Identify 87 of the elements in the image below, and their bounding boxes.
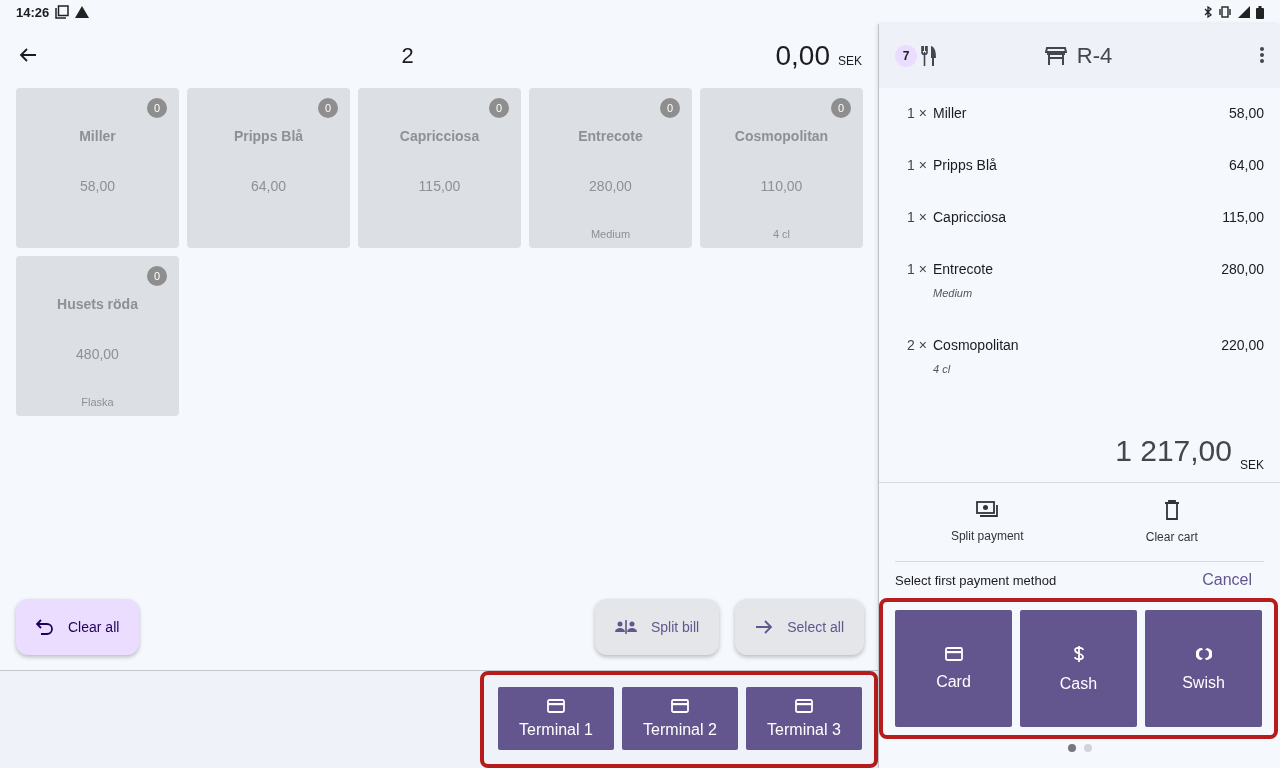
order-total: 1 217,00 [1115, 434, 1232, 468]
product-tile[interactable]: 0 Miller 58,00 [16, 88, 179, 248]
item-quantity: 1 × [907, 261, 928, 277]
payment-prompt: Select first payment method [895, 572, 1058, 588]
table-icon [1044, 47, 1067, 65]
count-badge: 0 [660, 98, 680, 118]
product-price: 280,00 [589, 178, 632, 194]
item-name: Cosmopolitan [933, 337, 1020, 353]
status-time: 14:26 [16, 4, 50, 20]
item-name: Entrecote [933, 261, 994, 277]
screenshot-icon [55, 5, 70, 19]
guest-count-badge: 7 [895, 45, 917, 67]
product-note: Flaska [81, 396, 114, 408]
product-name: Husets röda [57, 296, 138, 312]
product-name: Pripps Blå [233, 128, 304, 144]
count-badge: 0 [147, 98, 167, 118]
count-badge: 0 [147, 266, 167, 286]
terminal-button[interactable]: Terminal 3 [746, 687, 862, 750]
fork-knife-icon [921, 46, 937, 66]
undo-icon [36, 619, 54, 635]
product-price: 58,00 [79, 178, 115, 194]
guest-number: 2 [400, 43, 415, 69]
payment-method-button[interactable]: Swish [1145, 610, 1262, 727]
more-menu-button[interactable] [1260, 46, 1264, 66]
clear-cart-button[interactable]: Clear cart [1079, 483, 1264, 561]
credit-card-icon [944, 646, 963, 661]
split-payment-button[interactable]: Split payment [895, 483, 1080, 561]
product-note: Medium [590, 228, 631, 240]
selected-total: 0,00 [775, 40, 830, 72]
product-name: Entrecote [578, 128, 643, 144]
item-name: Miller [933, 105, 968, 121]
dollar-icon [1072, 644, 1085, 663]
item-price: 220,00 [1221, 337, 1264, 353]
item-quantity: 1 × [907, 209, 928, 225]
table-name: R-4 [1076, 43, 1113, 69]
cash-stack-icon [976, 501, 999, 519]
product-tile[interactable]: 0 Husets röda 480,00 Flaska [16, 256, 179, 416]
product-tile[interactable]: 0 Cosmopolitan 110,00 4 cl [700, 88, 863, 248]
page-dot[interactable] [1083, 744, 1092, 752]
item-note: 4 cl [933, 363, 952, 375]
product-price: 110,00 [760, 178, 803, 194]
item-price: 58,00 [1228, 105, 1264, 121]
product-price: 64,00 [250, 178, 286, 194]
currency-label: SEK [838, 54, 862, 68]
bluetooth-icon [1204, 6, 1212, 18]
trash-icon [1163, 500, 1180, 520]
battery-icon [1256, 5, 1264, 19]
select-button[interactable]: Select all [735, 599, 864, 655]
split-button[interactable]: Split bill [594, 599, 720, 655]
product-name: Miller [79, 128, 116, 144]
item-quantity: 2 × [907, 337, 928, 353]
signal-icon [1238, 6, 1250, 18]
currency-label: SEK [1240, 458, 1264, 472]
product-price: 115,00 [418, 178, 461, 194]
credit-card-icon [671, 698, 689, 713]
swirl-icon [1195, 645, 1212, 662]
terminal-button[interactable]: Terminal 1 [498, 687, 614, 750]
warning-icon [75, 6, 90, 18]
terminal-button[interactable]: Terminal 2 [622, 687, 738, 750]
split-people-icon [614, 620, 637, 634]
item-price: 280,00 [1221, 261, 1264, 277]
product-name: Cosmopolitan [734, 128, 829, 144]
payment-method-button[interactable]: Card [895, 610, 1012, 727]
item-name: Capricciosa [933, 209, 1008, 225]
clear-button[interactable]: Clear all [16, 599, 140, 655]
credit-card-icon [795, 698, 813, 713]
cancel-link[interactable]: Cancel [1202, 571, 1252, 589]
product-tile[interactable]: 0 Pripps Blå 64,00 [187, 88, 350, 248]
credit-card-icon [547, 698, 565, 713]
item-price: 64,00 [1228, 157, 1264, 173]
item-note: Medium [933, 287, 974, 299]
count-badge: 0 [318, 98, 338, 118]
arrow-right-icon [755, 619, 774, 635]
product-name: Capricciosa [399, 128, 480, 144]
item-name: Pripps Blå [933, 157, 998, 173]
item-quantity: 1 × [907, 157, 928, 173]
vibrate-icon [1218, 6, 1232, 18]
product-price: 480,00 [76, 346, 119, 362]
page-dot[interactable] [1067, 744, 1076, 752]
item-price: 115,00 [1222, 209, 1264, 225]
item-quantity: 1 × [907, 105, 928, 121]
product-tile[interactable]: 0 Capricciosa 115,00 [358, 88, 521, 248]
count-badge: 0 [831, 98, 851, 118]
product-note: 4 cl [772, 228, 791, 240]
count-badge: 0 [489, 98, 509, 118]
product-tile[interactable]: 0 Entrecote 280,00 Medium [529, 88, 692, 248]
payment-method-button[interactable]: Cash [1020, 610, 1137, 727]
